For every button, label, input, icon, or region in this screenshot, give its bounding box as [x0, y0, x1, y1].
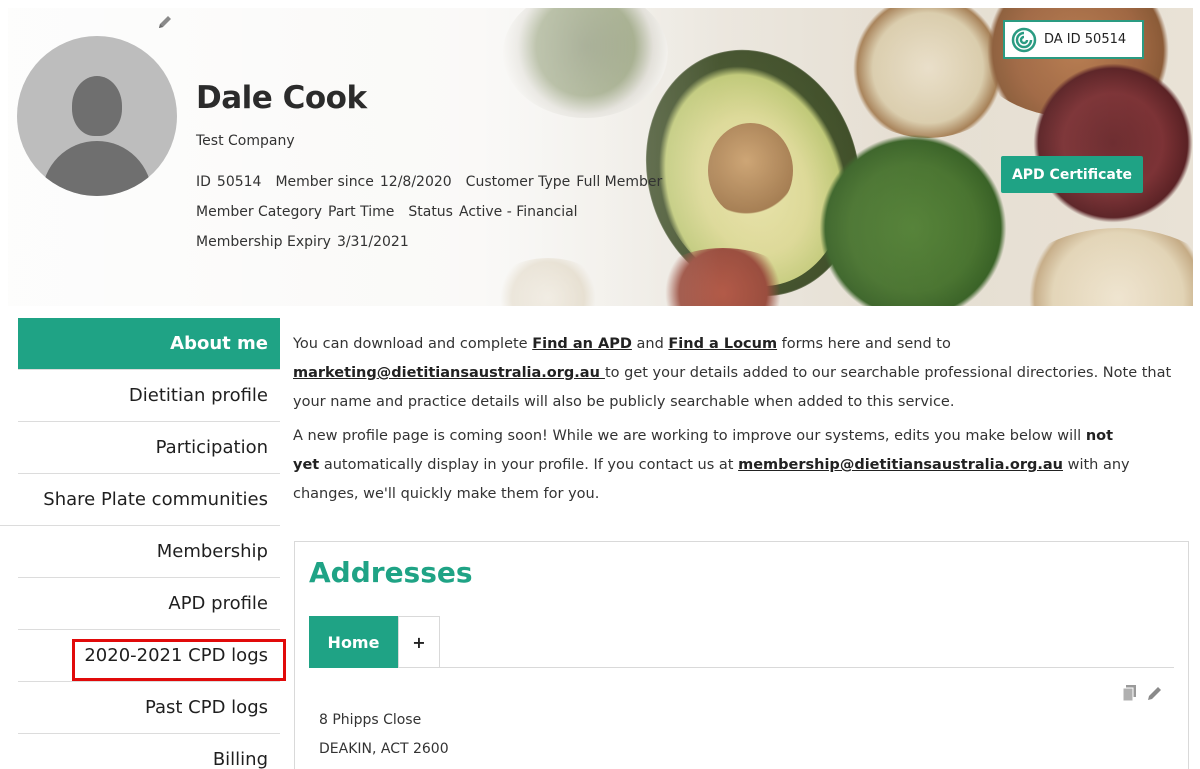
da-id-badge: DA ID 50514	[1003, 20, 1144, 59]
status-value: Active - Financial	[458, 204, 578, 220]
id-label: ID	[196, 174, 211, 190]
customer-type-value: Full Member	[576, 174, 663, 190]
profile-banner: Dale Cook Test Company ID 50514 Member sin…	[8, 8, 1193, 306]
profile-name: Dale Cook	[196, 80, 367, 116]
profile-company: Test Company	[196, 133, 295, 149]
add-address-tab[interactable]: +	[398, 616, 440, 668]
apd-certificate-button[interactable]: APD Certificate	[1001, 156, 1143, 193]
sidebar-item-cpd-logs-current[interactable]: 2020-2021 CPD logs	[18, 630, 286, 682]
da-id-text: DA ID 50514	[1044, 32, 1127, 47]
intro-text: forms here and send to	[777, 336, 951, 352]
customer-type-label: Customer Type	[465, 174, 571, 190]
avatar	[17, 36, 177, 196]
edit-address-icon[interactable]	[1146, 684, 1164, 706]
sidebar-item-about-me[interactable]: About me	[18, 318, 280, 370]
sidebar-item-share-plate-communities[interactable]: Share Plate communities	[0, 474, 280, 526]
member-since-value: 12/8/2020	[379, 174, 452, 190]
avatar-head	[72, 76, 122, 136]
edit-avatar-icon[interactable]	[155, 12, 175, 32]
about-me-content: You can download and complete Find an AP…	[293, 330, 1183, 514]
member-category-value: Part Time	[328, 204, 395, 220]
notice-bold-text: not	[1085, 428, 1114, 444]
sidebar-item-membership[interactable]: Membership	[18, 526, 280, 578]
find-an-apd-link[interactable]: Find an APD	[532, 336, 632, 352]
sidebar-item-past-cpd-logs[interactable]: Past CPD logs	[18, 682, 280, 734]
da-logo-icon	[1011, 27, 1037, 52]
sidebar-item-billing[interactable]: Billing	[18, 734, 280, 769]
sidebar-item-dietitian-profile[interactable]: Dietitian profile	[18, 370, 280, 422]
notice-bold-text: yet	[293, 457, 320, 473]
sidebar-nav: About me Dietitian profile Participation…	[0, 318, 286, 769]
directory-info-paragraph: You can download and complete Find an AP…	[293, 330, 1183, 417]
member-category-label: Member Category	[196, 204, 322, 220]
profile-meta-row-2: Member Category Part Time Status Active - F…	[196, 204, 592, 220]
sidebar-item-apd-profile[interactable]: APD profile	[18, 578, 280, 630]
profile-meta-row-1: ID 50514 Member since 12/8/2020 Customer Typ…	[196, 174, 676, 190]
copy-icon[interactable]	[1122, 684, 1138, 706]
avatar-body	[42, 141, 152, 196]
intro-text: and	[631, 336, 669, 352]
profile-meta-row-3: Membership Expiry 3/31/2021	[196, 234, 423, 250]
id-value: 50514	[216, 174, 262, 190]
status-label: Status	[408, 204, 453, 220]
find-a-locum-link[interactable]: Find a Locum	[668, 336, 777, 352]
member-since-label: Member since	[275, 174, 374, 190]
profile-notice-paragraph: A new profile page is coming soon! While…	[293, 422, 1183, 509]
intro-text: You can download and complete	[293, 336, 533, 352]
addresses-title: Addresses	[309, 556, 473, 589]
notice-text: automatically display in your profile. I…	[319, 457, 739, 473]
expiry-value: 3/31/2021	[336, 234, 409, 250]
address-tools	[1122, 684, 1164, 706]
sidebar-item-participation[interactable]: Participation	[18, 422, 280, 474]
addresses-panel: Addresses Home + 8 Phipps Close DEAKIN, …	[294, 541, 1189, 769]
notice-text: A new profile page is coming soon! While…	[293, 428, 1086, 444]
address-tabs: Home +	[309, 616, 1174, 668]
address-line-1: 8 Phipps Close	[319, 712, 422, 728]
marketing-email-link[interactable]: marketing@dietitiansaustralia.org.au	[293, 365, 605, 381]
address-line-2: DEAKIN, ACT 2600	[319, 741, 449, 757]
membership-email-link[interactable]: membership@dietitiansaustralia.org.au	[738, 457, 1063, 473]
expiry-label: Membership Expiry	[196, 234, 331, 250]
tab-home[interactable]: Home	[309, 616, 398, 668]
